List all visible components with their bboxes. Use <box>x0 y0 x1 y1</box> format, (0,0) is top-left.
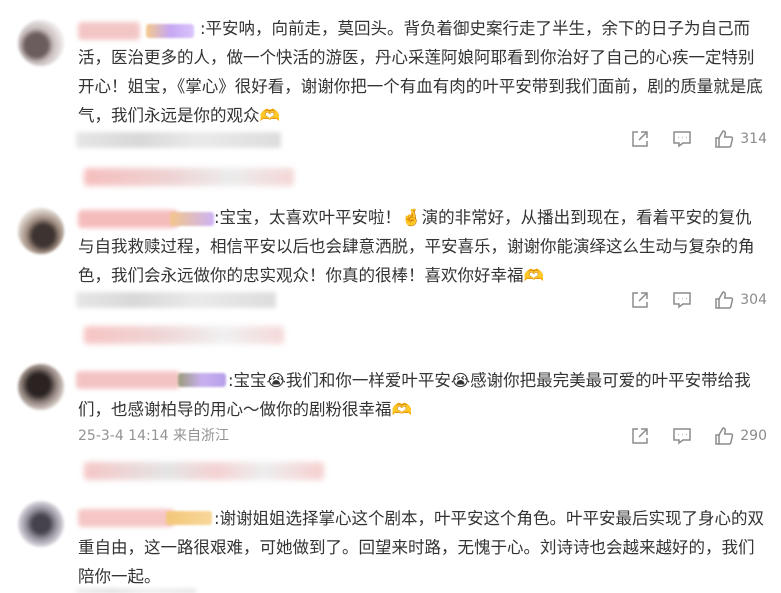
like-button[interactable]: 290 <box>714 426 767 446</box>
avatar[interactable] <box>18 20 64 66</box>
comment-item: :宝宝😭我们和你一样爱叶平安😭感谢你把最完美最可爱的叶平安带给我们，也感谢柏导的… <box>0 350 781 485</box>
comment-timestamp: 25-3-4 14:14 来自浙江 <box>78 428 229 444</box>
share-button[interactable] <box>630 290 650 310</box>
like-count: 304 <box>740 292 767 308</box>
comment-actions: 314 <box>608 128 767 150</box>
avatar[interactable] <box>18 501 64 547</box>
share-icon <box>632 131 649 147</box>
thumbs-up-icon <box>715 291 734 309</box>
comment-timestamp <box>76 292 276 308</box>
comment-text: :谢谢姐姐选择掌心这个剧本，叶平安这个角色。叶平安最后实现了身心的双重自由，这一… <box>78 509 765 586</box>
avatar[interactable] <box>18 208 64 254</box>
share-icon <box>632 428 649 444</box>
comment-item: :平安呐，向前走，莫回头。背负着御史案行走了半生，余下的日子为自己而活，医治更多… <box>0 0 781 200</box>
comment-icon <box>673 131 692 148</box>
like-count: 314 <box>740 131 767 147</box>
comment-icon <box>673 428 692 445</box>
comment-text: :平安呐，向前走，莫回头。背负着御史案行走了半生，余下的日子为自己而活，医治更多… <box>78 19 763 125</box>
share-button[interactable] <box>630 426 650 446</box>
like-button[interactable]: 304 <box>714 290 767 310</box>
comment-button[interactable] <box>672 426 692 446</box>
comment-button[interactable] <box>672 290 692 310</box>
share-button[interactable] <box>630 129 650 149</box>
comment-text: :宝宝，太喜欢叶平安啦！🤞演的非常好，从播出到现在，看着平安的复仇与自我救赎过程… <box>78 208 755 285</box>
comment-timestamp <box>76 132 281 148</box>
comment-item: :宝宝，太喜欢叶平安啦！🤞演的非常好，从播出到现在，看着平安的复仇与自我救赎过程… <box>0 200 781 350</box>
comment-actions: 304 <box>608 289 767 311</box>
reply-preview <box>84 168 294 186</box>
reply-preview <box>84 462 324 480</box>
like-button[interactable]: 314 <box>714 129 767 149</box>
avatar[interactable] <box>18 364 64 410</box>
like-count: 290 <box>740 428 767 444</box>
thumbs-up-icon <box>715 427 734 445</box>
comment-actions: 290 <box>608 425 767 447</box>
comment-text: :宝宝😭我们和你一样爱叶平安😭感谢你把最完美最可爱的叶平安带给我们，也感谢柏导的… <box>78 371 751 419</box>
thumbs-up-icon <box>715 130 734 148</box>
comment-item: :谢谢姐姐选择掌心这个剧本，叶平安这个角色。叶平安最后实现了身心的双重自由，这一… <box>0 485 781 593</box>
share-icon <box>632 292 649 308</box>
reply-preview <box>84 326 284 344</box>
comment-icon <box>673 292 692 309</box>
comment-button[interactable] <box>672 129 692 149</box>
